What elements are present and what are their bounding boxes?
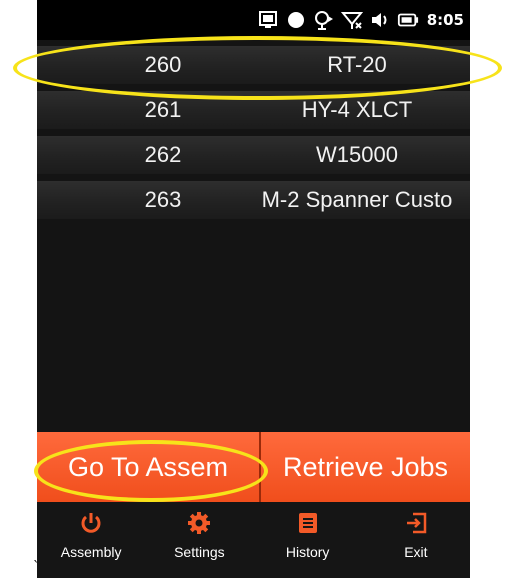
job-row[interactable]: 260 RT-20 bbox=[37, 46, 470, 84]
job-list: 260 RT-20 261 HY-4 XLCT 262 W15000 263 M… bbox=[37, 46, 470, 226]
stray-mark: ` bbox=[33, 560, 40, 575]
window-icon[interactable] bbox=[257, 9, 279, 31]
job-row[interactable]: 262 W15000 bbox=[37, 136, 470, 174]
exit-icon bbox=[403, 510, 429, 536]
job-row[interactable]: 261 HY-4 XLCT bbox=[37, 91, 470, 129]
job-row[interactable]: 263 M-2 Spanner Custo bbox=[37, 181, 470, 219]
retrieve-jobs-button[interactable]: Retrieve Jobs bbox=[261, 432, 470, 502]
power-icon bbox=[78, 510, 104, 536]
nav-assembly[interactable]: Assembly bbox=[37, 502, 145, 578]
nav-settings-label: Settings bbox=[174, 544, 225, 560]
nav-exit[interactable]: Exit bbox=[362, 502, 470, 578]
no-signal-icon[interactable] bbox=[340, 9, 363, 31]
job-name: RT-20 bbox=[327, 52, 387, 77]
nav-exit-label: Exit bbox=[404, 544, 428, 560]
status-bar: 8:05 bbox=[37, 0, 470, 40]
job-number: 263 bbox=[144, 187, 182, 212]
empty-list-area bbox=[37, 226, 470, 432]
job-name: W15000 bbox=[316, 142, 398, 167]
record-icon[interactable] bbox=[285, 9, 307, 31]
job-number: 261 bbox=[144, 97, 182, 122]
gear-icon bbox=[186, 510, 212, 536]
job-name: M-2 Spanner Custo bbox=[261, 187, 453, 212]
job-name: HY-4 XLCT bbox=[301, 97, 413, 122]
battery-icon[interactable] bbox=[397, 9, 419, 31]
job-number: 262 bbox=[144, 142, 182, 167]
volume-icon[interactable] bbox=[369, 9, 391, 31]
nav-settings[interactable]: Settings bbox=[145, 502, 253, 578]
go-to-assembly-button[interactable]: Go To Assem bbox=[37, 432, 261, 502]
device-screen: 8:05 260 RT-20 261 HY-4 XLCT 262 W15000 … bbox=[37, 0, 470, 578]
bottom-nav: Assembly Settings History Exit bbox=[37, 502, 470, 578]
job-number: 260 bbox=[144, 52, 182, 77]
history-icon bbox=[295, 510, 321, 536]
nav-history[interactable]: History bbox=[254, 502, 362, 578]
status-time: 8:05 bbox=[426, 11, 464, 29]
nav-assembly-label: Assembly bbox=[60, 544, 122, 560]
nav-history-label: History bbox=[285, 544, 330, 560]
action-bar: Go To Assem Retrieve Jobs bbox=[37, 432, 470, 502]
sync-icon[interactable] bbox=[313, 9, 335, 31]
